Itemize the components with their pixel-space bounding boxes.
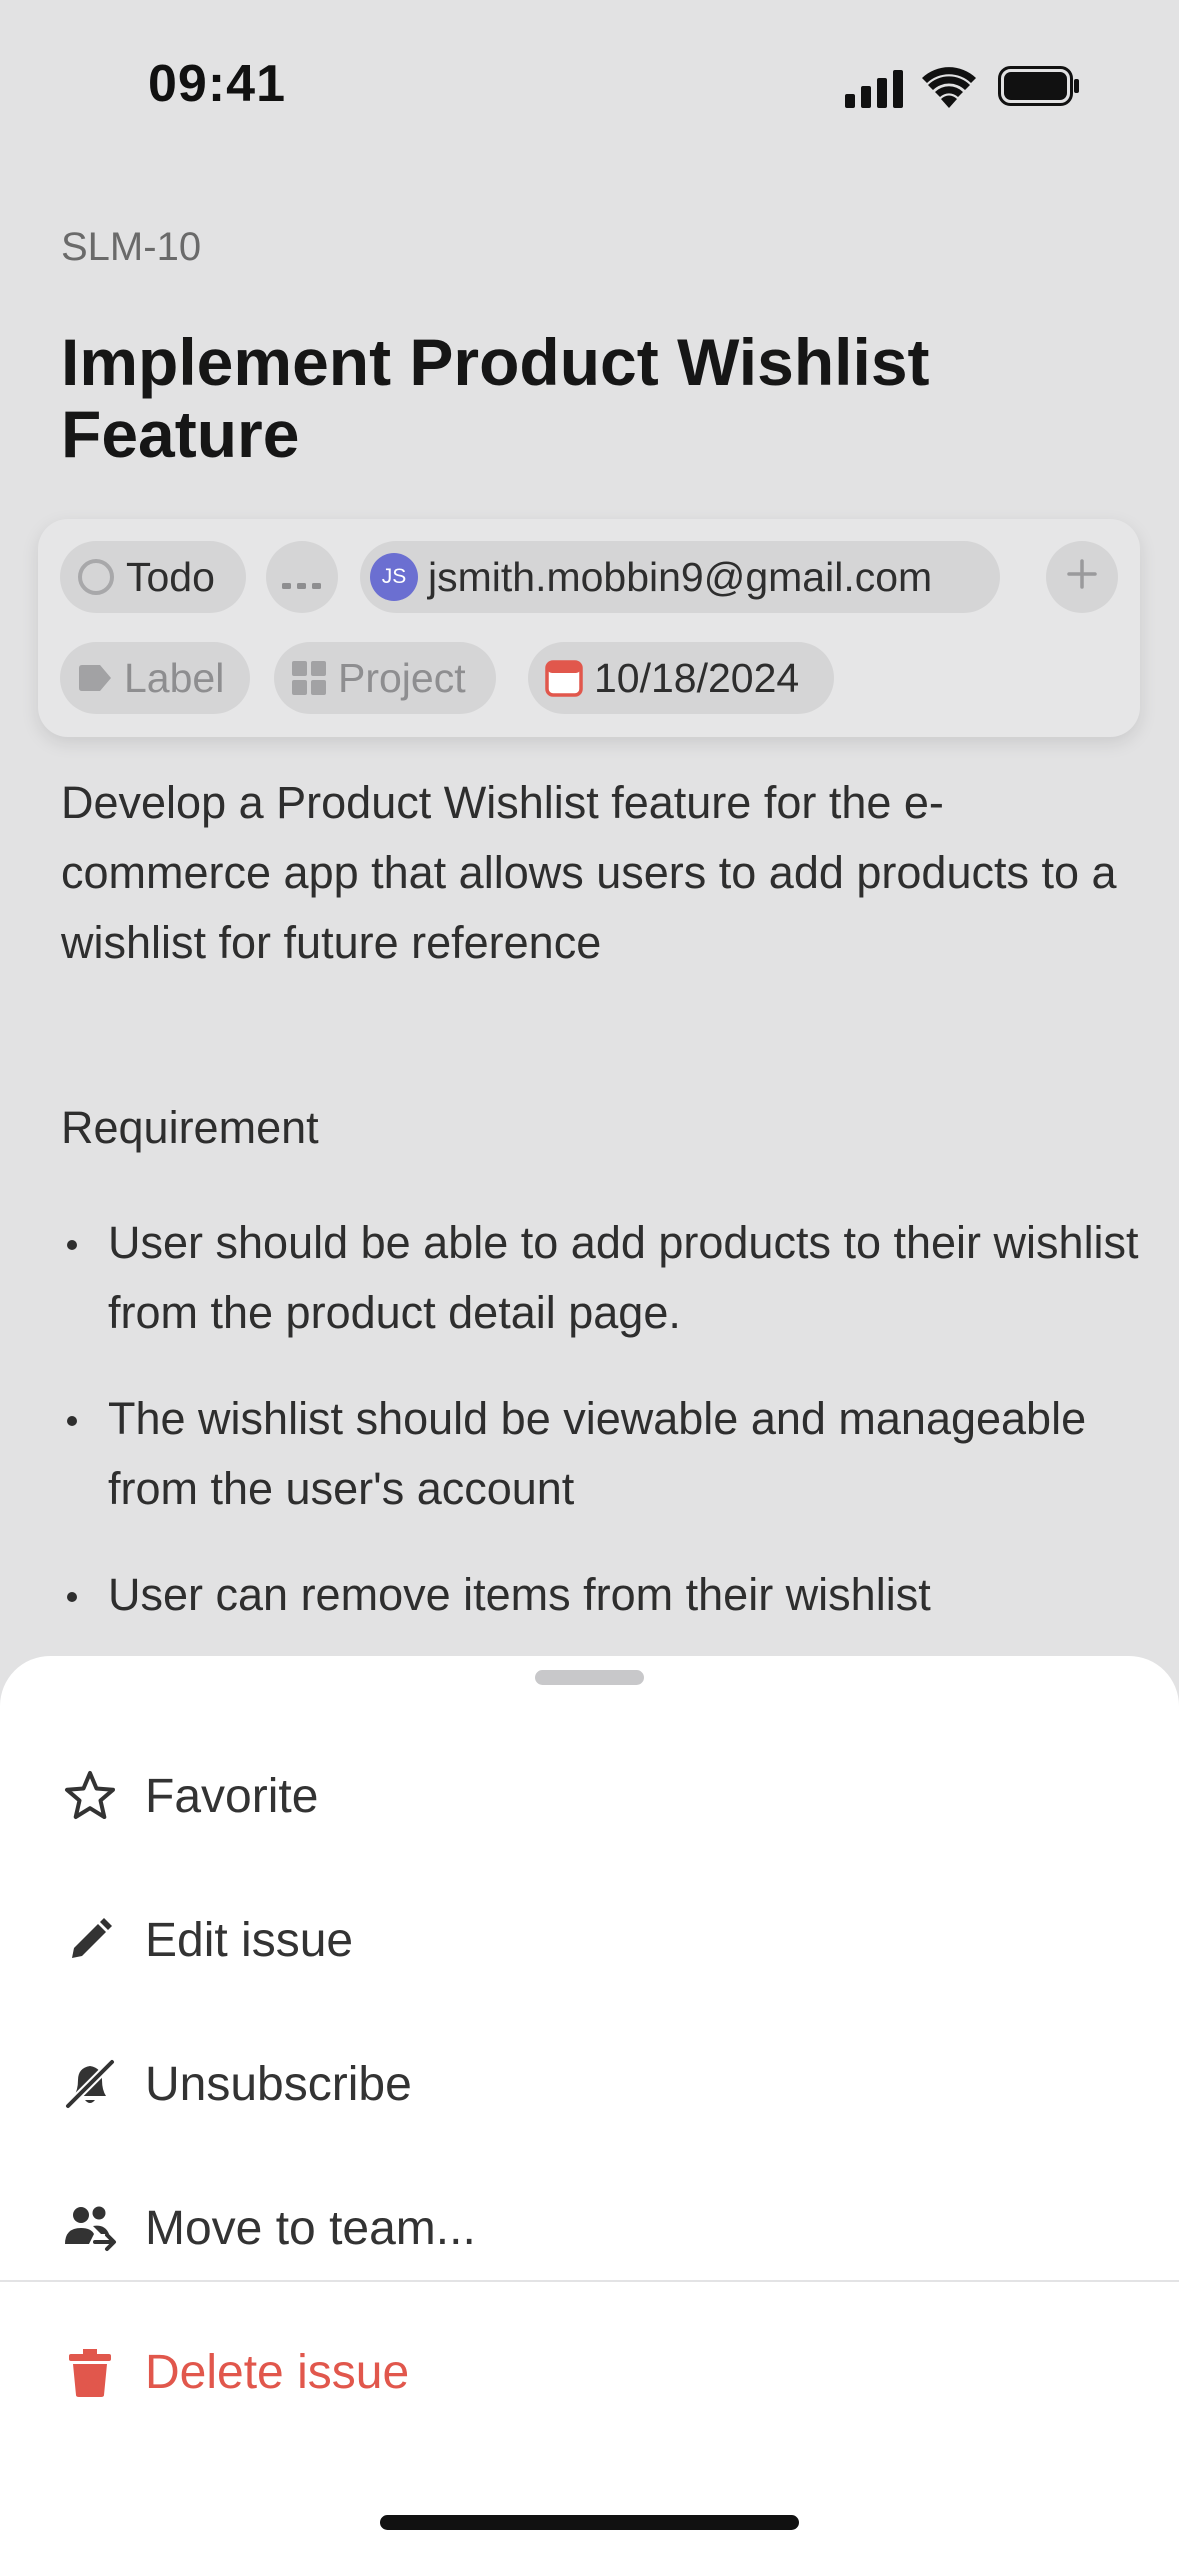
- issue-title[interactable]: Implement Product Wishlist Feature: [61, 326, 1121, 470]
- calendar-icon: [544, 658, 584, 698]
- move-to-team-label: Move to team...: [145, 2201, 476, 2255]
- issue-description[interactable]: Develop a Product Wishlist feature for t…: [61, 768, 1121, 978]
- delete-issue-menu-item[interactable]: Delete issue: [0, 2312, 1179, 2432]
- tag-icon: [76, 663, 114, 693]
- project-placeholder: Project: [338, 654, 466, 701]
- plus-icon: [1065, 554, 1099, 601]
- status-circle-icon: [76, 557, 116, 597]
- list-item: User can remove items from their wishlis…: [61, 1560, 1141, 1630]
- issue-properties-card: Todo JS jsmith.mobbin9@gmail.com Label P…: [38, 519, 1140, 737]
- issue-identifier: SLM-10: [61, 225, 202, 269]
- due-date-value: 10/18/2024: [594, 654, 800, 701]
- requirements-list: User should be able to add products to t…: [61, 1208, 1141, 1666]
- wifi-icon: [922, 67, 976, 108]
- list-item: The wishlist should be viewable and mana…: [61, 1384, 1141, 1524]
- divider: [0, 2280, 1179, 2282]
- delete-issue-label: Delete issue: [145, 2345, 410, 2399]
- battery-icon: [998, 66, 1079, 106]
- bell-off-icon: [60, 2054, 120, 2114]
- status-chip[interactable]: Todo: [60, 541, 246, 613]
- bullet-icon: [67, 1592, 77, 1602]
- star-icon: [60, 1766, 120, 1826]
- favorite-label: Favorite: [145, 1769, 319, 1823]
- bullet-icon: [67, 1416, 77, 1426]
- unsubscribe-menu-item[interactable]: Unsubscribe: [0, 2024, 1179, 2144]
- status-label: Todo: [126, 553, 215, 600]
- sheet-grabber[interactable]: [535, 1670, 644, 1685]
- home-indicator: [380, 2515, 799, 2530]
- project-grid-icon: [290, 659, 328, 697]
- bullet-icon: [67, 1240, 77, 1250]
- priority-chip[interactable]: [266, 541, 338, 613]
- favorite-menu-item[interactable]: Favorite: [0, 1736, 1179, 1856]
- due-date-chip[interactable]: 10/18/2024: [528, 642, 834, 714]
- assignee-chip[interactable]: JS jsmith.mobbin9@gmail.com: [360, 541, 1000, 613]
- edit-issue-label: Edit issue: [145, 1913, 354, 1967]
- pencil-icon: [60, 1910, 120, 1970]
- requirement-heading: Requirement: [61, 1102, 319, 1153]
- action-sheet: Favorite Edit issue Unsubscribe Move to …: [0, 1656, 1179, 2556]
- edit-issue-menu-item[interactable]: Edit issue: [0, 1880, 1179, 2000]
- move-to-team-menu-item[interactable]: Move to team...: [0, 2168, 1179, 2288]
- label-placeholder: Label: [124, 654, 225, 701]
- unsubscribe-label: Unsubscribe: [145, 2057, 412, 2111]
- cellular-signal-icon: [845, 70, 903, 108]
- project-chip[interactable]: Project: [274, 642, 496, 714]
- status-bar: 09:41: [0, 0, 1179, 160]
- more-dots-icon: [282, 554, 322, 601]
- status-time: 09:41: [148, 55, 286, 113]
- add-property-button[interactable]: [1046, 541, 1118, 613]
- trash-icon: [60, 2342, 120, 2402]
- assignee-email: jsmith.mobbin9@gmail.com: [428, 553, 933, 600]
- avatar: JS: [370, 553, 418, 601]
- team-move-icon: [60, 2198, 120, 2258]
- list-item: User should be able to add products to t…: [61, 1208, 1141, 1348]
- label-chip[interactable]: Label: [60, 642, 250, 714]
